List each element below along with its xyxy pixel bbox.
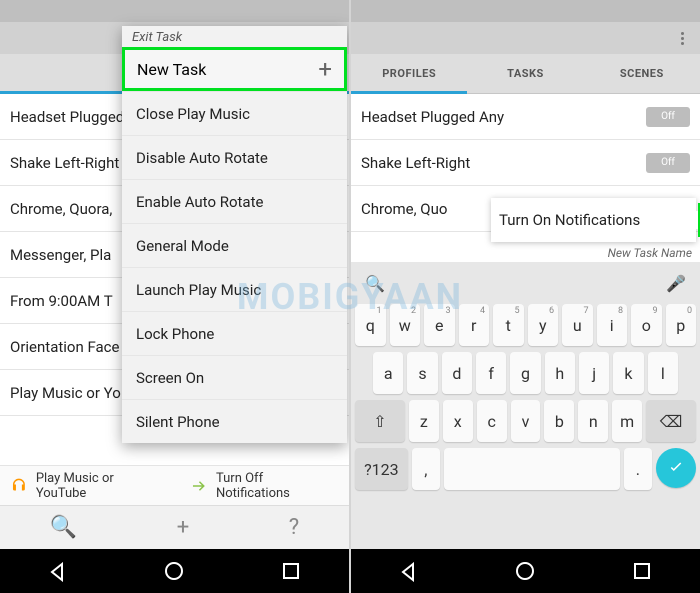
- key-w[interactable]: w2: [390, 304, 421, 346]
- task-label: Play Music or YouTube: [36, 471, 166, 501]
- key-t[interactable]: t5: [493, 304, 524, 346]
- key-h[interactable]: h: [545, 352, 575, 394]
- key-a[interactable]: a: [373, 352, 403, 394]
- key-k[interactable]: k: [613, 352, 643, 394]
- search-icon[interactable]: 🔍: [365, 274, 385, 293]
- toggle-off[interactable]: Off: [646, 153, 690, 173]
- key-z[interactable]: z: [409, 400, 439, 442]
- tabs: PROFILES TASKS SCENES: [351, 54, 700, 94]
- popup-item[interactable]: General Mode: [122, 223, 347, 267]
- tab-profiles[interactable]: PROFILES: [351, 54, 467, 93]
- popup-item[interactable]: Close Play Music: [122, 91, 347, 135]
- plus-icon: +: [318, 55, 332, 83]
- status-bar: [0, 0, 349, 22]
- comma-key[interactable]: ,: [412, 448, 440, 490]
- enter-key[interactable]: [656, 448, 696, 488]
- popup-item[interactable]: Silent Phone: [122, 399, 347, 443]
- key-s[interactable]: s: [407, 352, 437, 394]
- toggle-off[interactable]: Off: [646, 107, 690, 127]
- home-icon[interactable]: [163, 560, 185, 582]
- help-icon[interactable]: ?: [289, 515, 299, 540]
- key-j[interactable]: j: [579, 352, 609, 394]
- key-x[interactable]: x: [443, 400, 473, 442]
- list-item[interactable]: Shake Left-Right Off: [351, 140, 700, 186]
- kb-row4: ?123 , .: [355, 448, 696, 490]
- key-q[interactable]: q1: [355, 304, 386, 346]
- kb-row1: q1w2e3r4t5y6u7i8o9p0: [355, 304, 696, 346]
- phone-right: PROFILES TASKS SCENES Headset Plugged An…: [351, 0, 700, 593]
- tab-scenes[interactable]: SCENES: [584, 54, 700, 93]
- nav-bar: [0, 549, 349, 593]
- key-y[interactable]: y6: [528, 304, 559, 346]
- key-m[interactable]: m: [612, 400, 642, 442]
- back-icon[interactable]: [47, 560, 69, 582]
- list-item[interactable]: Headset Plugged Any Off: [351, 94, 700, 140]
- popup-item[interactable]: Screen On: [122, 355, 347, 399]
- kb-row2: asdfghjkl: [355, 352, 696, 394]
- name-hint: New Task Name: [608, 246, 692, 260]
- tab-tasks[interactable]: TASKS: [467, 54, 583, 93]
- key-e[interactable]: e3: [424, 304, 455, 346]
- shift-key[interactable]: ⇧: [355, 400, 405, 442]
- profile-name: Shake Left-Right: [361, 154, 470, 172]
- symbols-key[interactable]: ?123: [355, 448, 408, 490]
- key-d[interactable]: d: [442, 352, 472, 394]
- task-label: Turn Off Notifications: [216, 471, 339, 501]
- recents-icon[interactable]: [280, 560, 302, 582]
- key-f[interactable]: f: [476, 352, 506, 394]
- recents-icon[interactable]: [631, 560, 653, 582]
- new-task-label: New Task: [137, 60, 206, 79]
- popup-item[interactable]: Launch Play Music: [122, 267, 347, 311]
- key-v[interactable]: v: [511, 400, 541, 442]
- popup-header: Exit Task: [122, 26, 347, 47]
- key-g[interactable]: g: [510, 352, 540, 394]
- profile-name: Headset Plugged Any: [361, 108, 504, 126]
- headphones-icon: [10, 477, 28, 495]
- overflow-icon[interactable]: [672, 28, 692, 48]
- arrow-right-icon: [190, 477, 208, 495]
- home-icon[interactable]: [514, 560, 536, 582]
- key-u[interactable]: u7: [562, 304, 593, 346]
- bottom-bar: 🔍 + ?: [0, 505, 349, 549]
- task-name-dialog: [491, 198, 696, 242]
- phone-left: PROFILES Headset Plugged Shake Left-Righ…: [0, 0, 349, 593]
- period-key[interactable]: .: [624, 448, 652, 490]
- key-b[interactable]: b: [544, 400, 574, 442]
- keyboard: 🔍 🎤 q1w2e3r4t5y6u7i8o9p0 asdfghjkl ⇧ zxc…: [351, 262, 700, 549]
- task-row[interactable]: Play Music or YouTube Turn Off Notificat…: [0, 465, 349, 505]
- backspace-key[interactable]: ⌫: [646, 400, 696, 442]
- key-o[interactable]: o9: [631, 304, 662, 346]
- spacebar-key[interactable]: [444, 448, 620, 490]
- back-icon[interactable]: [398, 560, 420, 582]
- popup-item[interactable]: Disable Auto Rotate: [122, 135, 347, 179]
- new-task-item[interactable]: New Task +: [122, 47, 347, 91]
- task-name-input[interactable]: [499, 211, 698, 229]
- popup-item[interactable]: Enable Auto Rotate: [122, 179, 347, 223]
- add-icon[interactable]: +: [177, 515, 189, 540]
- nav-bar: [351, 549, 700, 593]
- status-bar: [351, 0, 700, 22]
- popup-item[interactable]: Lock Phone: [122, 311, 347, 355]
- kb-row3: ⇧ zxcvbnm ⌫: [355, 400, 696, 442]
- key-l[interactable]: l: [648, 352, 678, 394]
- suggestion-bar: 🔍 🎤: [355, 268, 696, 298]
- mic-icon[interactable]: 🎤: [666, 274, 686, 293]
- key-r[interactable]: r4: [459, 304, 490, 346]
- profile-name: Chrome, Quo: [361, 200, 447, 218]
- key-p[interactable]: p0: [666, 304, 697, 346]
- key-c[interactable]: c: [477, 400, 507, 442]
- toolbar: [351, 22, 700, 54]
- search-icon[interactable]: 🔍: [50, 515, 77, 540]
- key-i[interactable]: i8: [597, 304, 628, 346]
- task-picker-popup: Exit Task New Task + Close Play Music Di…: [122, 26, 347, 443]
- key-n[interactable]: n: [578, 400, 608, 442]
